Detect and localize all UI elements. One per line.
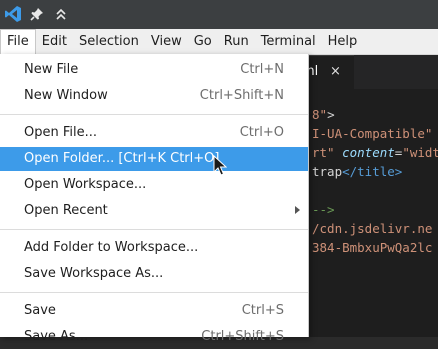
menu-separator	[0, 114, 308, 115]
code-line: /cdn.jsdelivr.ne	[312, 221, 432, 236]
menu-edit[interactable]: Edit	[36, 29, 73, 54]
menu-item-label: Open File...	[24, 125, 98, 140]
menu-item-shortcut: Ctrl+N	[240, 62, 284, 77]
menu-help[interactable]: Help	[322, 29, 364, 54]
menu-file[interactable]: File	[0, 29, 36, 54]
code-token: trap	[312, 164, 343, 179]
menu-terminal[interactable]: Terminal	[255, 29, 322, 54]
menu-item-open-recent[interactable]: Open Recent	[0, 199, 308, 223]
menu-item-add-folder-to-workspace[interactable]: Add Folder to Workspace...	[0, 236, 308, 260]
file-menu-dropdown: New File Ctrl+N New Window Ctrl+Shift+N …	[0, 54, 309, 344]
code-token: "widt	[402, 145, 438, 160]
code-line: rt" content="widt	[312, 145, 438, 160]
menu-item-label: Save Workspace As...	[24, 266, 164, 281]
menu-go[interactable]: Go	[188, 29, 218, 54]
menu-item-shortcut: Ctrl+O	[239, 125, 284, 140]
menu-item-new-file[interactable]: New File Ctrl+N	[0, 58, 308, 82]
menu-item-save[interactable]: Save Ctrl+S	[0, 299, 308, 323]
menu-item-save-as[interactable]: Save As... Ctrl+Shift+S	[0, 325, 308, 349]
menu-item-label: Add Folder to Workspace...	[24, 240, 199, 255]
code-token: content	[342, 145, 395, 160]
code-line: 8">	[312, 107, 335, 122]
menu-item-shortcut: Ctrl+Shift+N	[199, 88, 284, 103]
code-token: I-UA-Compatible"	[312, 126, 433, 141]
menu-item-open-workspace[interactable]: Open Workspace...	[0, 173, 308, 197]
code-token: 8"	[312, 107, 328, 122]
menu-run[interactable]: Run	[218, 29, 255, 54]
code-token: -->	[312, 202, 335, 217]
menu-item-new-window[interactable]: New Window Ctrl+Shift+N	[0, 84, 308, 108]
code-token: /cdn.jsdelivr.ne	[312, 221, 433, 236]
code-token: >	[327, 107, 335, 122]
code-line: I-UA-Compatible"	[312, 126, 432, 141]
menu-item-shortcut: Ctrl+S	[241, 303, 284, 318]
close-icon[interactable]: ×	[330, 56, 341, 88]
code-token: </title>	[342, 164, 403, 179]
menu-item-label: Save	[24, 303, 56, 318]
menu-bar: File Edit Selection View Go Run Terminal…	[0, 29, 438, 55]
double-chevron-up-icon[interactable]	[54, 6, 68, 22]
menu-item-open-file[interactable]: Open File... Ctrl+O	[0, 121, 308, 145]
pin-icon[interactable]	[30, 6, 44, 22]
menu-view[interactable]: View	[145, 29, 188, 54]
code-line: 384-BmbxuPwQa2lc	[312, 240, 432, 255]
menu-item-label: Open Recent	[24, 203, 108, 218]
menu-separator	[0, 229, 308, 230]
code-line: trap</title>	[312, 164, 402, 179]
menu-item-label: New File	[24, 62, 79, 77]
code-line: -->	[312, 202, 335, 217]
menu-item-label: Open Folder... [Ctrl+K Ctrl+O]	[24, 151, 220, 166]
code-token: rt"	[312, 145, 335, 160]
mouse-cursor-icon	[213, 154, 228, 181]
menu-item-label: Open Workspace...	[24, 177, 147, 192]
menu-selection[interactable]: Selection	[73, 29, 145, 54]
menu-item-label: New Window	[24, 88, 108, 103]
title-bar	[0, 0, 438, 29]
menu-separator	[0, 292, 308, 293]
code-token: 384-BmbxuPwQa2lc	[312, 240, 433, 255]
chevron-right-icon	[295, 206, 300, 214]
menu-item-save-workspace-as[interactable]: Save Workspace As...	[0, 262, 308, 286]
menu-item-open-folder[interactable]: Open Folder... [Ctrl+K Ctrl+O]	[0, 147, 308, 171]
vscode-logo-icon	[4, 6, 22, 22]
